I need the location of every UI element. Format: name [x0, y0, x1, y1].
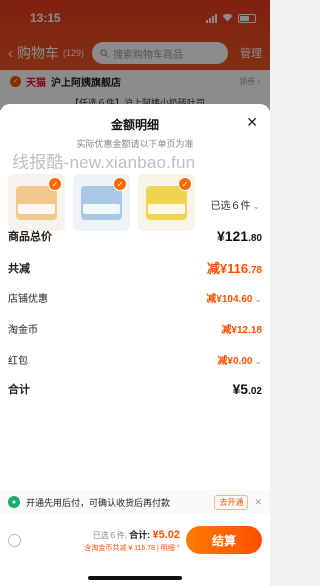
- row-sum: 合计 ¥5.02: [8, 381, 262, 397]
- chevron-down-icon: ⌄: [254, 356, 262, 366]
- chevron-down-icon: ⌄: [254, 294, 262, 304]
- pay-later-banner: ● 开通先用后付，可确认收货后再付款 去开通 ✕: [0, 490, 270, 514]
- product-label-shape: [148, 204, 185, 214]
- row-hongbao[interactable]: 红包 减¥0.00 ⌄: [8, 352, 262, 367]
- taojinbi-value: 减¥12.18: [221, 325, 262, 336]
- checkout-bar: 已选６件, 合计: ¥5.02 含淘金币共减 ¥ 116.78 | 明细 ^ 结…: [0, 522, 270, 558]
- sum-label: 合计: [8, 384, 30, 396]
- product-thumbnails: ✓ ✓ ✓: [8, 174, 195, 231]
- pay-later-icon: ●: [8, 496, 20, 508]
- sum-value: ¥5.02: [232, 381, 263, 397]
- total-off-label: 共减: [8, 262, 30, 275]
- product-image: [146, 186, 187, 220]
- row-store-discount[interactable]: 店铺优惠 减¥104.60 ⌄: [8, 290, 262, 305]
- product-label-shape: [83, 204, 120, 214]
- check-icon: ✓: [113, 177, 127, 191]
- watermark: 线报酷-new.xianbao.fun: [12, 153, 196, 172]
- total-label: 合计:: [129, 529, 151, 540]
- checkout-button[interactable]: 结算: [186, 526, 262, 554]
- hongbao-value: 减¥0.00: [217, 356, 253, 367]
- overlay-mask[interactable]: [0, 0, 270, 110]
- check-icon: ✓: [48, 177, 62, 191]
- selected-count-label: 已选６件: [210, 201, 251, 212]
- store-discount-label: 店铺优惠: [8, 294, 48, 305]
- taojinbi-label: 淘金币: [8, 325, 38, 336]
- product-image: [16, 186, 57, 220]
- amount-rows: 商品总价 ¥121.80 共减 减¥116.78 店铺优惠 减¥104.60 ⌄ …: [8, 228, 262, 397]
- row-total-price: 商品总价 ¥121.80: [8, 228, 262, 244]
- total-price-value: ¥121.80: [216, 228, 262, 244]
- select-all-radio[interactable]: [8, 533, 21, 547]
- product-thumb[interactable]: ✓: [73, 174, 130, 231]
- totals-line: 已选６件, 合计: ¥5.02: [21, 528, 180, 541]
- detail-link[interactable]: 含淘金币共减 ¥ 116.78 | 明细 ^: [21, 543, 180, 553]
- hongbao-label: 红包: [8, 356, 28, 367]
- close-icon[interactable]: ✕: [246, 114, 258, 131]
- sheet-title: 金额明细: [110, 118, 159, 132]
- total-price-label: 商品总价: [8, 231, 52, 243]
- activate-button[interactable]: 去开通: [214, 494, 249, 510]
- selected-summary: 已选６件,: [92, 530, 127, 540]
- store-discount-value: 减¥104.60: [206, 294, 253, 305]
- home-indicator: [88, 576, 182, 580]
- amount-detail-sheet: 金额明细 实际优惠金额请以下单页为准 ✕ 线报酷-new.xianbao.fun…: [0, 104, 270, 586]
- product-thumb[interactable]: ✓: [8, 174, 65, 231]
- total-off-value: 减¥116.78: [206, 261, 262, 276]
- totals: 已选６件, 合计: ¥5.02 含淘金币共减 ¥ 116.78 | 明细 ^: [21, 528, 186, 553]
- selected-count[interactable]: 已选６件 ⌄: [210, 197, 260, 212]
- total-value: ¥5.02: [152, 528, 180, 541]
- check-icon: ✓: [178, 177, 192, 191]
- product-image: [81, 186, 122, 220]
- pay-later-text: 开通先用后付，可确认收货后再付款: [26, 497, 171, 508]
- row-total-off: 共减 减¥116.78: [8, 258, 262, 277]
- product-label-shape: [18, 204, 55, 214]
- sheet-header: 金额明细 实际优惠金额请以下单页为准: [0, 104, 270, 150]
- product-thumb[interactable]: ✓: [138, 174, 195, 231]
- chevron-down-icon: ⌄: [252, 201, 260, 211]
- row-taojinbi: 淘金币 减¥12.18: [8, 321, 262, 336]
- close-icon[interactable]: ✕: [254, 497, 262, 508]
